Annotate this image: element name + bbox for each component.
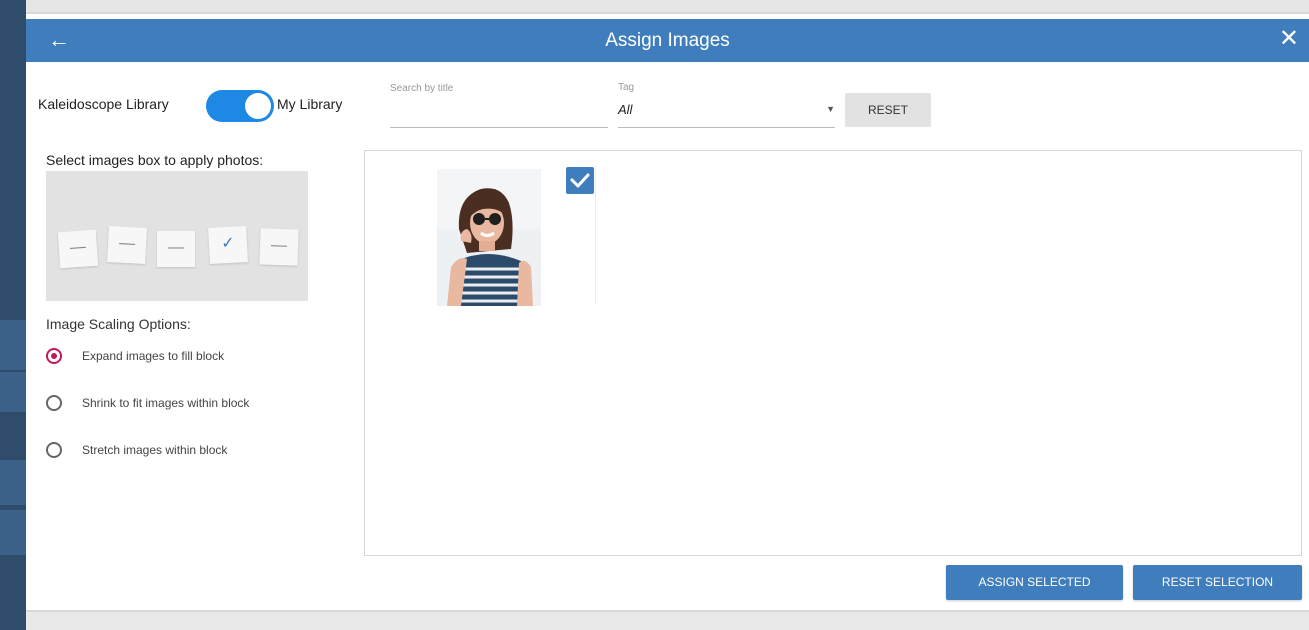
image-box-slot-2[interactable]: — <box>107 226 147 264</box>
background-bottom <box>26 612 1309 630</box>
checkmark-icon <box>570 173 590 188</box>
layout-picker-label: Select images box to apply photos: <box>46 152 264 168</box>
dialog-title: Assign Images <box>605 30 730 51</box>
toggle-knob <box>245 93 271 119</box>
image-box-slot-4[interactable]: ✓ <box>208 226 248 264</box>
tag-label: Tag <box>618 82 635 93</box>
background-top <box>0 0 1309 12</box>
my-library-label: My Library <box>277 96 343 112</box>
close-icon[interactable]: ✕ <box>1279 24 1299 54</box>
image-box-slot-3[interactable]: — <box>157 231 195 267</box>
tag-select[interactable]: Tag All ▼ <box>618 80 835 128</box>
search-by-title-input[interactable]: Search by title <box>390 80 608 128</box>
woman-photo-image <box>437 169 541 306</box>
assign-selected-button[interactable]: ASSIGN SELECTED <box>946 565 1123 600</box>
tag-value: All <box>618 102 633 117</box>
image-box-slot-1[interactable]: — <box>57 229 99 269</box>
kaleidoscope-library-label: Kaleidoscope Library <box>38 96 169 112</box>
image-grid <box>364 150 1302 556</box>
radio-unselected-icon <box>46 442 62 458</box>
background-sidebar <box>0 0 26 630</box>
search-placeholder: Search by title <box>390 83 454 94</box>
reset-selection-button[interactable]: RESET SELECTION <box>1133 565 1302 600</box>
reset-filters-button[interactable]: RESET <box>845 93 931 127</box>
library-toggle[interactable] <box>206 90 274 122</box>
scaling-option-label: Shrink to fit images within block <box>82 396 250 410</box>
image-box-slot-5[interactable]: — <box>259 228 299 266</box>
assign-images-dialog: ← Assign Images ✕ Kaleidoscope Library M… <box>26 14 1309 610</box>
scaling-options-label: Image Scaling Options: <box>46 316 191 332</box>
image-select-checkbox[interactable] <box>566 167 594 194</box>
radio-selected-icon <box>46 348 62 364</box>
scaling-option-label: Stretch images within block <box>82 443 228 457</box>
layout-picker: — — — ✓ — <box>46 171 308 301</box>
dialog-header: ← Assign Images ✕ <box>26 19 1309 62</box>
scaling-option-label: Expand images to fill block <box>82 349 225 363</box>
card-divider <box>595 165 596 305</box>
radio-unselected-icon <box>46 395 62 411</box>
image-thumbnail[interactable] <box>437 169 541 306</box>
dropdown-arrow-icon: ▼ <box>826 104 835 114</box>
